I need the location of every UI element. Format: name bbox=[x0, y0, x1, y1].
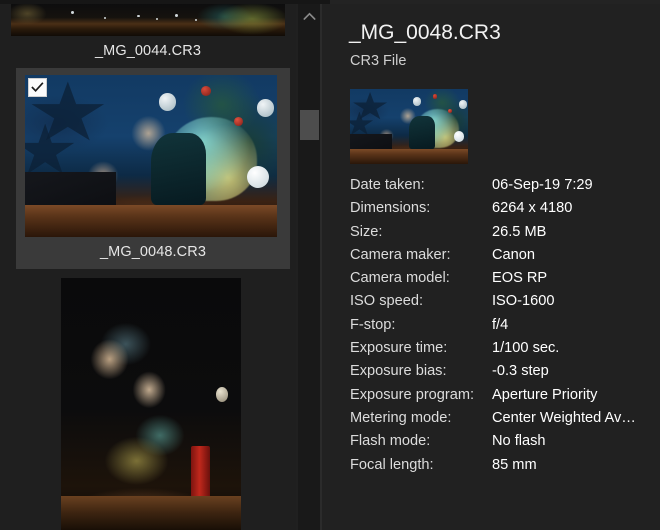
property-value[interactable]: 6264 x 4180 bbox=[492, 200, 660, 216]
property-label: ISO speed: bbox=[350, 293, 424, 310]
property-row: Flash mode: No flash bbox=[350, 433, 660, 456]
property-row: Date taken: 06-Sep-19 7:29 bbox=[350, 177, 660, 200]
property-row: Size: 26.5 MB bbox=[350, 224, 660, 247]
list-item-filename: _MG_0048.CR3 bbox=[100, 244, 206, 260]
property-label: Exposure time: bbox=[350, 340, 448, 357]
property-label: Camera maker: bbox=[350, 246, 451, 263]
property-row: ISO speed: ISO-1600 bbox=[350, 293, 660, 316]
scroll-up-button[interactable] bbox=[298, 4, 320, 28]
list-item[interactable] bbox=[16, 269, 290, 530]
property-row: Exposure time: 1/100 sec. bbox=[350, 340, 660, 363]
property-label: Metering mode: bbox=[350, 409, 452, 426]
property-value[interactable]: 1/100 sec. bbox=[492, 340, 660, 356]
property-value[interactable]: 85 mm bbox=[492, 457, 660, 473]
property-row: Focal length: 85 mm bbox=[350, 457, 660, 480]
property-row: Exposure bias: -0.3 step bbox=[350, 363, 660, 386]
file-type-label: CR3 File bbox=[350, 53, 407, 69]
checkmark-icon bbox=[31, 82, 44, 93]
property-label: Flash mode: bbox=[350, 433, 431, 450]
property-row: Camera maker: Canon bbox=[350, 247, 660, 270]
property-label: F-stop: bbox=[350, 316, 396, 333]
property-value[interactable]: EOS RP bbox=[492, 270, 660, 286]
property-value[interactable]: No flash bbox=[492, 433, 660, 449]
property-row: F-stop: f/4 bbox=[350, 317, 660, 340]
thumbnail-image bbox=[61, 278, 241, 530]
list-item-selected[interactable]: _MG_0048.CR3 bbox=[16, 68, 290, 269]
property-row: Dimensions: 6264 x 4180 bbox=[350, 200, 660, 223]
scrollbar-thumb[interactable] bbox=[300, 110, 319, 140]
file-thumbnail[interactable] bbox=[25, 75, 277, 237]
property-value[interactable]: 06-Sep-19 7:29 bbox=[492, 177, 660, 193]
file-list-pane[interactable]: _MG_0044.CR3 _MG_0048.CR3 bbox=[0, 4, 296, 530]
thumbnail-image bbox=[11, 4, 285, 36]
property-label: Size: bbox=[350, 223, 383, 240]
chevron-up-icon bbox=[303, 12, 315, 20]
property-label: Dimensions: bbox=[350, 200, 431, 217]
property-row: Camera model: EOS RP bbox=[350, 270, 660, 293]
property-label: Exposure bias: bbox=[350, 363, 447, 380]
selection-checkbox[interactable] bbox=[28, 78, 47, 97]
property-value[interactable]: ISO-1600 bbox=[492, 293, 660, 309]
property-value[interactable]: 26.5 MB bbox=[492, 224, 660, 240]
file-thumbnail[interactable] bbox=[61, 278, 241, 530]
file-list-scrollbar[interactable] bbox=[298, 4, 320, 530]
property-row: Exposure program: Aperture Priority bbox=[350, 387, 660, 410]
property-label: Exposure program: bbox=[350, 386, 475, 403]
details-pane: _MG_0048.CR3 CR3 File Date taken: 06-Sep-… bbox=[322, 4, 660, 530]
list-item-filename: _MG_0044.CR3 bbox=[95, 43, 201, 59]
file-title: _MG_0048.CR3 bbox=[349, 21, 501, 44]
property-row: Metering mode: Center Weighted Av… bbox=[350, 410, 660, 433]
preview-image bbox=[350, 89, 468, 164]
property-value[interactable]: f/4 bbox=[492, 317, 660, 333]
file-properties-list: Date taken: 06-Sep-19 7:29 Dimensions: 6264… bbox=[350, 177, 660, 480]
list-item[interactable]: _MG_0044.CR3 bbox=[11, 4, 285, 68]
property-value[interactable]: -0.3 step bbox=[492, 363, 660, 379]
file-preview-thumbnail[interactable] bbox=[350, 89, 468, 164]
property-label: Date taken: bbox=[350, 177, 425, 193]
property-value[interactable]: Canon bbox=[492, 247, 660, 263]
thumbnail-image bbox=[25, 75, 277, 237]
property-value[interactable]: Aperture Priority bbox=[492, 387, 660, 403]
property-value[interactable]: Center Weighted Av… bbox=[492, 410, 660, 426]
file-thumbnail[interactable] bbox=[11, 4, 285, 36]
property-label: Camera model: bbox=[350, 270, 450, 287]
property-label: Focal length: bbox=[350, 456, 434, 473]
file-explorer-window: _MG_0044.CR3 _MG_0048.CR3 _MG_0048.CR3 C… bbox=[0, 0, 660, 530]
